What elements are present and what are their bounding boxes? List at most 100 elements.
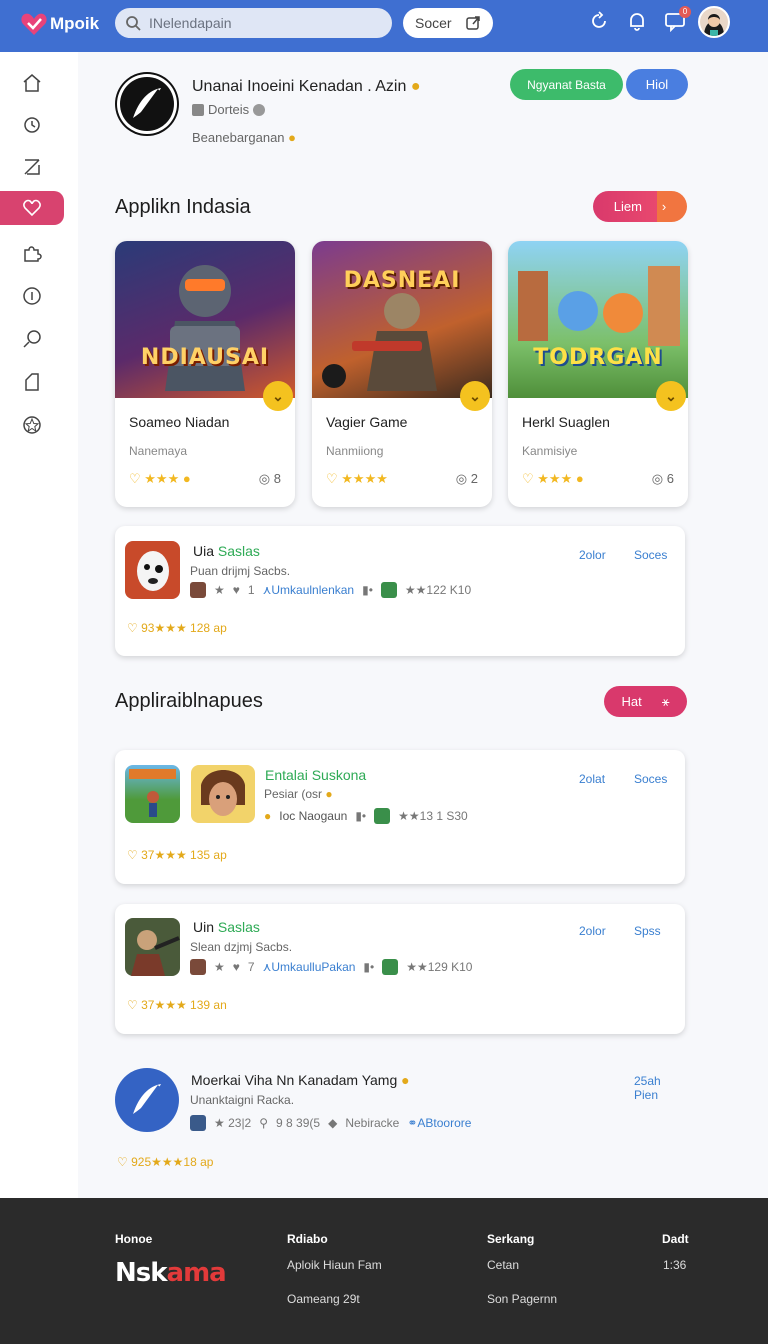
heart-icon xyxy=(23,199,41,217)
app-logo[interactable]: Mpoik xyxy=(20,11,99,37)
app-rating: ♡ 93★★★ 128 ap xyxy=(127,621,227,635)
sidebar-item-files[interactable] xyxy=(0,365,64,399)
list-item[interactable]: Uia Saslas Puan drijmj Sacbs. ★ ♥ 1 ⋏Umka… xyxy=(115,526,685,656)
game-name: Soameo Niadan xyxy=(129,414,230,430)
app-meta-link[interactable]: ⚭ABtoorore xyxy=(407,1116,471,1130)
app-subtitle: Puan drijmj Sacbs. xyxy=(190,564,291,578)
grid-icon xyxy=(192,103,204,116)
logo-text: Mpoik xyxy=(50,14,100,33)
app-meta-link[interactable]: ⋏Umkaulnlenkan xyxy=(263,583,355,597)
thumb-up-icon: ▮• xyxy=(355,809,367,823)
sidebar-item-favorites[interactable] xyxy=(0,191,64,225)
app-meta: ★ ♥ 1 ⋏Umkaulnlenkan ▮• ★★122 K10 xyxy=(190,582,471,598)
section-1-pill-button[interactable]: Liem › xyxy=(593,191,687,222)
footer-brand-logo[interactable]: Nskama xyxy=(115,1258,227,1288)
game-card[interactable]: NDIAUSAI ⌄ Soameo Niadan Nanemaya ♡ ★★★ … xyxy=(115,241,295,507)
card-link-2[interactable]: Spss xyxy=(634,924,661,938)
app-thumbnail xyxy=(125,918,180,976)
game-card[interactable]: TODRGAN ⌄ Herkl Suaglen Kanmisiye ♡ ★★★ … xyxy=(508,241,688,507)
mini-avatar xyxy=(190,1115,206,1131)
pill-label: Hat xyxy=(621,694,642,709)
list-item[interactable]: Uin Saslas Slean dzjmj Sacbs. ★ ♥ 7 ⋏Umka… xyxy=(115,904,685,1034)
sidebar-item-info[interactable] xyxy=(0,279,64,313)
heart-icon: ♡ xyxy=(129,471,141,486)
footer-link[interactable]: Oameang 29t xyxy=(287,1292,360,1306)
card-link-2[interactable]: Soces xyxy=(634,772,667,786)
search-icon xyxy=(126,16,141,31)
sidebar-item-refresh[interactable] xyxy=(0,108,64,142)
app-subtitle: Pesiar (osr ● xyxy=(264,787,333,801)
app-title: Moerkai Viha Nn Kanadam Yamg ● xyxy=(191,1072,410,1088)
badge-icon: ● xyxy=(264,809,272,823)
game-name: Vagier Game xyxy=(326,414,408,430)
app-title: Entalai Suskona xyxy=(265,767,367,783)
game-count: ◎ 6 xyxy=(651,471,674,486)
bell-icon[interactable] xyxy=(626,10,648,32)
game-art-title: NDIAUSAI xyxy=(140,345,270,370)
list-item[interactable]: Moerkai Viha Nn Kanadam Yamg ● Unanktaig… xyxy=(115,1066,685,1176)
profile-desc: Beanebarganan ● xyxy=(192,130,297,145)
secondary-button[interactable]: Hiol xyxy=(626,69,688,100)
info-icon xyxy=(23,287,41,305)
home-icon xyxy=(23,74,41,92)
chevron-down-icon[interactable]: ⌄ xyxy=(460,381,490,411)
profile-logo xyxy=(115,72,179,136)
game-card[interactable]: DASNEAI ⌄ Vagier Game Nanmiiong ♡ ★★★★ ◎… xyxy=(312,241,492,507)
game-developer: Kanmisiye xyxy=(522,444,578,458)
footer-link[interactable]: Aploik Hiaun Fam xyxy=(287,1258,382,1272)
section-2-pill-button[interactable]: Hat ⚹ xyxy=(604,686,687,717)
game-art-title: DASNEAI xyxy=(343,268,461,293)
message-icon[interactable]: 0 xyxy=(664,6,691,33)
card-link-1[interactable]: 2olat xyxy=(579,772,605,786)
card-link-1[interactable]: 2olor xyxy=(579,924,606,938)
puzzle-icon xyxy=(24,246,42,262)
search-bar[interactable] xyxy=(115,8,392,38)
game-rating: ♡ ★★★ ● xyxy=(129,471,191,486)
heart-icon: ♥ xyxy=(232,583,240,597)
chevron-down-icon[interactable]: ⌄ xyxy=(263,381,293,411)
chevron-down-icon[interactable]: ⌄ xyxy=(656,381,686,411)
mini-avatar xyxy=(190,959,206,975)
footer-col1-head: Honoe xyxy=(115,1232,153,1246)
star-circle-icon xyxy=(23,416,41,434)
app-meta: ★ ♥ 7 ⋏UmkaulluPakan ▮• ★★129 K10 xyxy=(190,959,472,975)
app-subtitle: Slean dzjmj Sacbs. xyxy=(190,940,293,954)
footer-link[interactable]: Son Pagernn xyxy=(487,1292,557,1306)
star-icon: ★ xyxy=(214,583,225,597)
star-icon: ★ xyxy=(214,960,225,974)
tag-icon: ◆ xyxy=(328,1116,338,1130)
sidebar-item-puzzle[interactable] xyxy=(0,236,64,270)
sidebar-item-star[interactable] xyxy=(0,408,64,442)
game-art-title: TODRGAN xyxy=(533,345,663,370)
search-input[interactable] xyxy=(149,15,369,31)
comment-icon: ⚲ xyxy=(259,1116,269,1130)
refresh-icon[interactable] xyxy=(588,10,610,32)
footer-col2-head: Rdiabo xyxy=(287,1232,328,1246)
heart-icon: ♥ xyxy=(232,960,240,974)
card-link-1[interactable]: 2olor xyxy=(579,548,606,562)
heart-icon: ♡ xyxy=(326,471,338,486)
search-button[interactable]: Socer xyxy=(403,8,493,38)
arrow-icon: ⚹ xyxy=(661,693,670,709)
sidebar-item-search[interactable] xyxy=(0,322,64,356)
mini-avatar xyxy=(382,959,399,975)
primary-button[interactable]: Ngyanat Basta xyxy=(510,69,623,100)
app-subtitle: Unanktaigni Racka. xyxy=(190,1093,295,1107)
list-item[interactable]: Entalai Suskona Pesiar (osr ● ● Ioc Naog… xyxy=(115,750,685,884)
heart-icon: ♡ xyxy=(522,471,534,486)
app-logo-round xyxy=(115,1068,179,1132)
app-rating: ♡ 925★★★18 ap xyxy=(117,1155,214,1169)
thumb-up-icon: ▮• xyxy=(363,960,375,974)
game-count: ◎ 2 xyxy=(455,471,478,486)
user-avatar[interactable] xyxy=(698,6,730,38)
mini-avatar xyxy=(190,582,206,598)
card-link-2[interactable]: Soces xyxy=(634,548,667,562)
sidebar-item-edit[interactable] xyxy=(0,150,64,184)
profile-name: Unanai Inoeini Kenadan . Azin ● xyxy=(192,78,421,95)
sidebar-item-home[interactable] xyxy=(0,66,64,100)
card-link-1[interactable]: 25ah Pien xyxy=(634,1074,685,1102)
app-meta-link[interactable]: ⋏UmkaulluPakan xyxy=(263,960,356,974)
footer-link[interactable]: Cetan xyxy=(487,1258,519,1272)
mini-avatar xyxy=(380,582,397,598)
app-thumbnail xyxy=(125,765,180,823)
